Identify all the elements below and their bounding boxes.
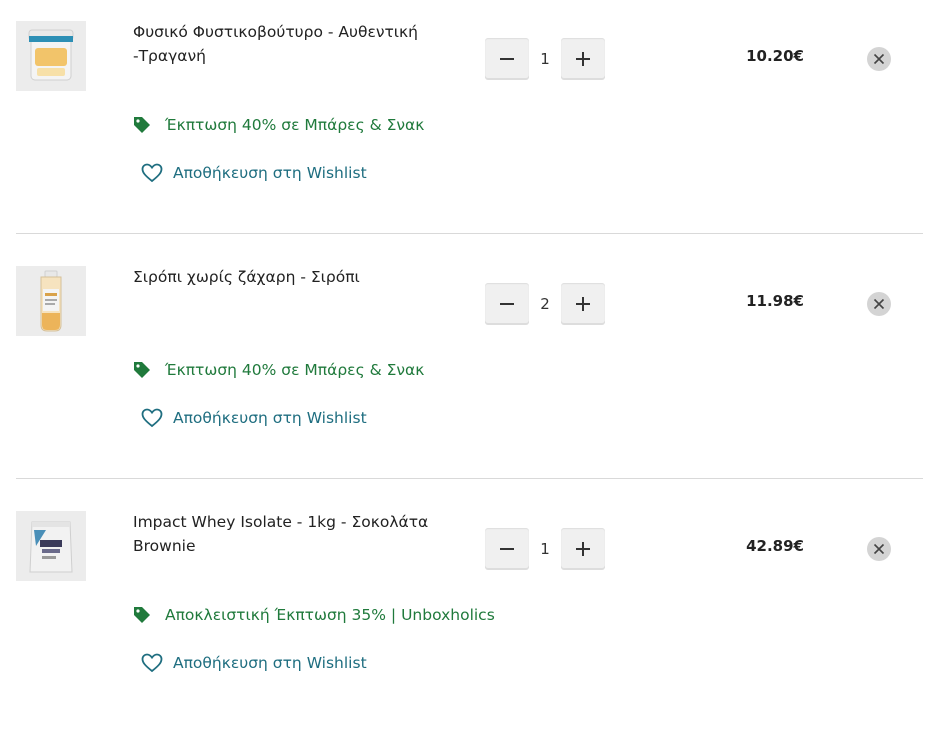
- plus-icon: [576, 297, 590, 311]
- decrease-quantity-button[interactable]: [485, 528, 529, 570]
- quantity-value: 1: [540, 50, 550, 68]
- save-to-wishlist-link[interactable]: Αποθήκευση στη Wishlist: [141, 160, 367, 186]
- increase-quantity-button[interactable]: [561, 38, 605, 80]
- item-price: 11.98€: [746, 292, 804, 310]
- decrease-quantity-button[interactable]: [485, 38, 529, 80]
- save-to-wishlist-link[interactable]: Αποθήκευση στη Wishlist: [141, 650, 367, 676]
- product-name[interactable]: Impact Whey Isolate - 1kg - Σοκολάτα Bro…: [133, 510, 443, 558]
- increase-quantity-button[interactable]: [561, 283, 605, 325]
- cart-item: Φυσικό Φυστικοβούτυρο - Αυθεντική -Τραγα…: [0, 0, 941, 245]
- promo-label: Έκπτωση 40% σε Μπάρες & Σνακ: [133, 357, 424, 383]
- product-thumbnail[interactable]: [16, 21, 86, 91]
- heart-outline-icon: [141, 408, 163, 428]
- minus-icon: [500, 303, 514, 305]
- item-divider: [16, 478, 923, 479]
- tag-icon: [134, 607, 150, 623]
- cart-item: Impact Whey Isolate - 1kg - Σοκολάτα Bro…: [0, 490, 941, 735]
- promo-label: Αποκλειστική Έκπτωση 35% | Unboxholics: [133, 602, 495, 628]
- peanut-butter-tub-image: [28, 29, 74, 81]
- tag-icon: [134, 362, 150, 378]
- remove-item-button[interactable]: [867, 47, 891, 71]
- close-icon: [873, 298, 885, 310]
- promo-label: Έκπτωση 40% σε Μπάρες & Σνακ: [133, 112, 424, 138]
- product-thumbnail[interactable]: [16, 511, 86, 581]
- close-icon: [873, 53, 885, 65]
- quantity-stepper: 1: [485, 38, 605, 80]
- promo-text: Έκπτωση 40% σε Μπάρες & Σνακ: [165, 116, 425, 134]
- cart-item: Σιρόπι χωρίς ζάχαρη - Σιρόπι 2 11.98€ Έκ…: [0, 245, 941, 490]
- item-price: 10.20€: [746, 47, 804, 65]
- quantity-stepper: 2: [485, 283, 605, 325]
- item-price: 42.89€: [746, 537, 804, 555]
- save-to-wishlist-link[interactable]: Αποθήκευση στη Wishlist: [141, 405, 367, 431]
- decrease-quantity-button[interactable]: [485, 283, 529, 325]
- product-name[interactable]: Φυσικό Φυστικοβούτυρο - Αυθεντική -Τραγα…: [133, 20, 443, 68]
- close-icon: [873, 543, 885, 555]
- tag-icon: [134, 117, 150, 133]
- product-thumbnail[interactable]: [16, 266, 86, 336]
- wishlist-label: Αποθήκευση στη Wishlist: [173, 409, 367, 427]
- wishlist-label: Αποθήκευση στη Wishlist: [173, 654, 367, 672]
- remove-item-button[interactable]: [867, 537, 891, 561]
- syrup-bottle-image: [40, 270, 62, 332]
- quantity-stepper: 1: [485, 528, 605, 570]
- increase-quantity-button[interactable]: [561, 528, 605, 570]
- item-divider: [16, 233, 923, 234]
- promo-text: Αποκλειστική Έκπτωση 35% | Unboxholics: [165, 606, 495, 624]
- plus-icon: [576, 52, 590, 66]
- minus-icon: [500, 58, 514, 60]
- quantity-value: 2: [540, 295, 550, 313]
- minus-icon: [500, 548, 514, 550]
- heart-outline-icon: [141, 163, 163, 183]
- wishlist-label: Αποθήκευση στη Wishlist: [173, 164, 367, 182]
- whey-pouch-image: [29, 521, 73, 573]
- promo-text: Έκπτωση 40% σε Μπάρες & Σνακ: [165, 361, 425, 379]
- heart-outline-icon: [141, 653, 163, 673]
- quantity-value: 1: [540, 540, 550, 558]
- plus-icon: [576, 542, 590, 556]
- remove-item-button[interactable]: [867, 292, 891, 316]
- product-name[interactable]: Σιρόπι χωρίς ζάχαρη - Σιρόπι: [133, 265, 443, 289]
